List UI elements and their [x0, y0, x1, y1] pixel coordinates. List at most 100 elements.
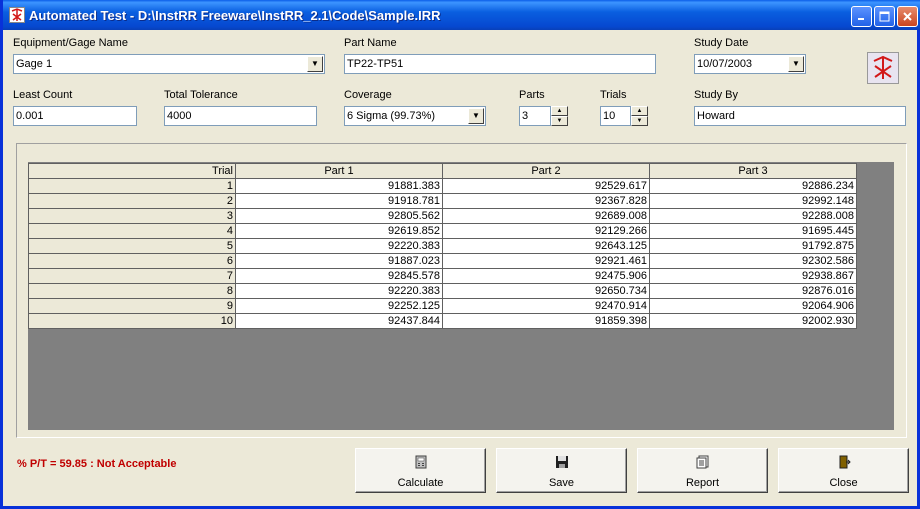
grid-cell[interactable]: 92367.828 — [442, 193, 650, 209]
grid-cell[interactable]: 92805.562 — [235, 208, 443, 224]
table-row[interactable]: 8 92220.383 92650.734 92876.016 — [28, 283, 857, 299]
grid-cell[interactable]: 92529.617 — [442, 178, 650, 194]
grid-cell[interactable]: 92002.930 — [649, 313, 857, 329]
table-row[interactable]: 4 92619.852 92129.266 91695.445 — [28, 223, 857, 239]
grid-header-trial[interactable]: Trial — [28, 163, 236, 179]
grid-cell[interactable]: 92619.852 — [235, 223, 443, 239]
study-date-picker[interactable]: 10/07/2003 ▼ — [694, 54, 806, 74]
grid-cell[interactable]: 92302.586 — [649, 253, 857, 269]
equipment-combo[interactable]: Gage 1 ▼ — [13, 54, 325, 74]
grid-row-header[interactable]: 3 — [28, 208, 236, 224]
dropdown-arrow-icon[interactable]: ▼ — [468, 108, 484, 124]
grid-cell[interactable]: 91918.781 — [235, 193, 443, 209]
grid-cell[interactable]: 92689.008 — [442, 208, 650, 224]
part-name-label: Part Name — [344, 37, 397, 49]
parts-field[interactable]: 3 — [519, 106, 551, 126]
maximize-button[interactable] — [874, 6, 895, 27]
grid-row-header[interactable]: 8 — [28, 283, 236, 299]
close-icon — [898, 7, 917, 26]
grid-header-part[interactable]: Part 2 — [442, 163, 650, 179]
parts-spinner[interactable]: ▲ ▼ — [551, 106, 568, 126]
main-window: Automated Test - D:\InstRR Freeware\Inst… — [0, 0, 920, 509]
dropdown-arrow-icon[interactable]: ▼ — [788, 56, 804, 72]
instrr-logo — [867, 52, 899, 84]
close-button[interactable]: Close — [778, 448, 909, 493]
table-row[interactable]: 3 92805.562 92689.008 92288.008 — [28, 208, 857, 224]
grid-row-header[interactable]: 2 — [28, 193, 236, 209]
grid-cell[interactable]: 92437.844 — [235, 313, 443, 329]
least-count-label: Least Count — [13, 89, 73, 101]
grid-cell[interactable]: 91792.875 — [649, 238, 857, 254]
grid-cell[interactable]: 92288.008 — [649, 208, 857, 224]
close-window-button[interactable] — [897, 6, 918, 27]
grid-cell[interactable]: 92992.148 — [649, 193, 857, 209]
grid-cell[interactable]: 92064.906 — [649, 298, 857, 314]
grid-cell[interactable]: 91881.383 — [235, 178, 443, 194]
grid-cell[interactable]: 92845.578 — [235, 268, 443, 284]
save-button[interactable]: Save — [496, 448, 627, 493]
coverage-label: Coverage — [344, 89, 392, 101]
spin-up-icon[interactable]: ▲ — [551, 106, 568, 116]
grid-row-header[interactable]: 9 — [28, 298, 236, 314]
table-row[interactable]: 6 91887.023 92921.461 92302.586 — [28, 253, 857, 269]
table-row[interactable]: 2 91918.781 92367.828 92992.148 — [28, 193, 857, 209]
study-date-value: 10/07/2003 — [697, 58, 753, 70]
grid-cell[interactable]: 91887.023 — [235, 253, 443, 269]
grid-cell[interactable]: 92470.914 — [442, 298, 650, 314]
maximize-icon — [875, 7, 894, 26]
table-row[interactable]: 10 92437.844 91859.398 92002.930 — [28, 313, 857, 329]
spin-down-icon[interactable]: ▼ — [551, 116, 568, 126]
grid-row-header[interactable]: 7 — [28, 268, 236, 284]
total-tolerance-field[interactable]: 4000 — [164, 106, 317, 126]
close-button-label: Close — [829, 477, 858, 489]
dropdown-arrow-icon[interactable]: ▼ — [307, 56, 323, 72]
trials-label: Trials — [600, 89, 627, 101]
grid-cell[interactable]: 92650.734 — [442, 283, 650, 299]
grid-cell[interactable]: 92921.461 — [442, 253, 650, 269]
grid-cell[interactable]: 91695.445 — [649, 223, 857, 239]
table-row[interactable]: 9 92252.125 92470.914 92064.906 — [28, 298, 857, 314]
grid-row-header[interactable]: 4 — [28, 223, 236, 239]
grid-cell[interactable]: 92220.383 — [235, 283, 443, 299]
equipment-value: Gage 1 — [16, 58, 53, 70]
grid-header-part[interactable]: Part 1 — [235, 163, 443, 179]
coverage-value: 6 Sigma (99.73%) — [347, 110, 436, 122]
grid-cell[interactable]: 92876.016 — [649, 283, 857, 299]
total-tolerance-label: Total Tolerance — [164, 89, 238, 101]
coverage-combo[interactable]: 6 Sigma (99.73%) ▼ — [344, 106, 486, 126]
minimize-button[interactable] — [851, 6, 872, 27]
title-bar[interactable]: Automated Test - D:\InstRR Freeware\Inst… — [3, 0, 920, 30]
table-row[interactable]: 7 92845.578 92475.906 92938.867 — [28, 268, 857, 284]
grid-cell[interactable]: 92475.906 — [442, 268, 650, 284]
grid-cell[interactable]: 91859.398 — [442, 313, 650, 329]
grid-row-header[interactable]: 10 — [28, 313, 236, 329]
grid-cell[interactable]: 92129.266 — [442, 223, 650, 239]
study-by-field[interactable]: Howard — [694, 106, 906, 126]
calculate-button-label: Calculate — [397, 477, 444, 489]
minimize-icon — [852, 7, 871, 26]
exit-door-icon — [837, 455, 851, 469]
grid-cell[interactable]: 92252.125 — [235, 298, 443, 314]
spin-down-icon[interactable]: ▼ — [631, 116, 648, 126]
trials-field[interactable]: 10 — [600, 106, 631, 126]
study-date-label: Study Date — [694, 37, 749, 49]
grid-cell[interactable]: 92643.125 — [442, 238, 650, 254]
grid-row-header[interactable]: 6 — [28, 253, 236, 269]
calculate-button[interactable]: Calculate — [355, 448, 486, 493]
grid-cell[interactable]: 92886.234 — [649, 178, 857, 194]
measurement-grid[interactable]: Trial Part 1 Part 2 Part 3 1 91881.383 92529.… — [28, 163, 857, 329]
grid-cell[interactable]: 92220.383 — [235, 238, 443, 254]
study-by-label: Study By — [694, 89, 739, 101]
least-count-field[interactable]: 0.001 — [13, 106, 137, 126]
grid-cell[interactable]: 92938.867 — [649, 268, 857, 284]
status-message: % P/T = 59.85 : Not Acceptable — [17, 458, 177, 470]
grid-row-header[interactable]: 5 — [28, 238, 236, 254]
report-button[interactable]: Report — [637, 448, 768, 493]
grid-row-header[interactable]: 1 — [28, 178, 236, 194]
table-row[interactable]: 1 91881.383 92529.617 92886.234 — [28, 178, 857, 194]
spin-up-icon[interactable]: ▲ — [631, 106, 648, 116]
part-name-field[interactable]: TP22-TP51 — [344, 54, 656, 74]
table-row[interactable]: 5 92220.383 92643.125 91792.875 — [28, 238, 857, 254]
trials-spinner[interactable]: ▲ ▼ — [631, 106, 648, 126]
grid-header-part[interactable]: Part 3 — [649, 163, 857, 179]
